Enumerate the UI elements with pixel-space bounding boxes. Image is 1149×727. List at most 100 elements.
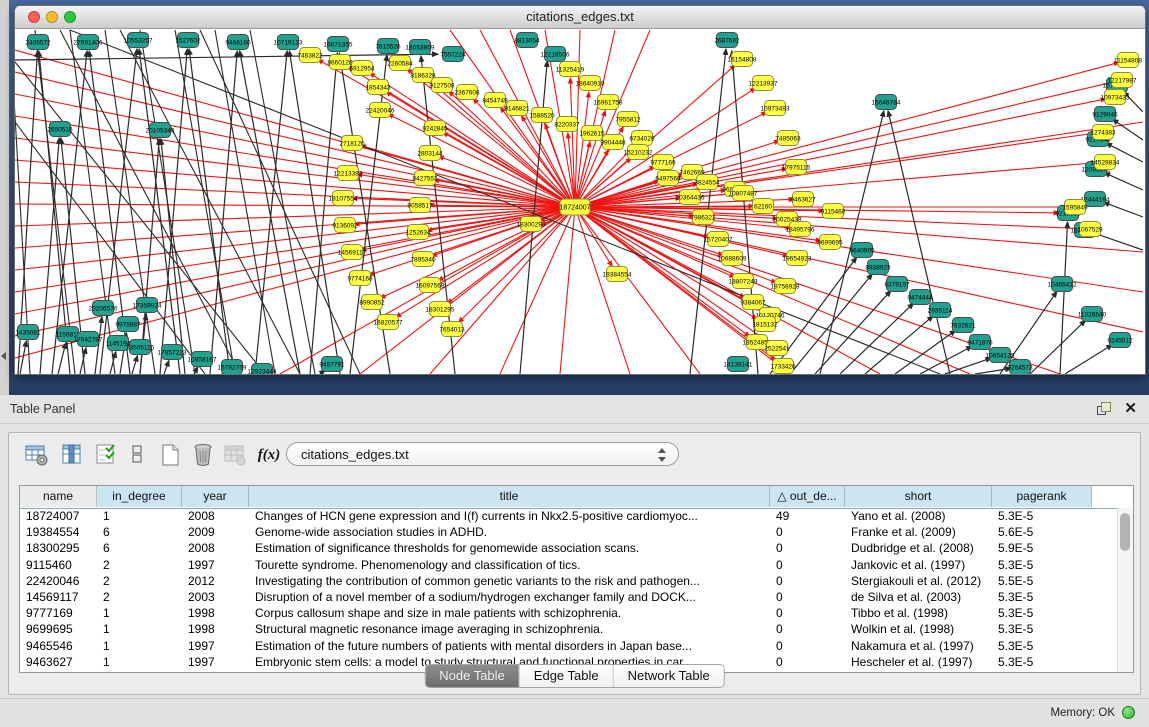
network-node[interactable]: 16053809: [406, 40, 435, 55]
network-node[interactable]: 9245012: [1107, 333, 1133, 348]
network-node[interactable]: 12213937: [749, 76, 778, 91]
network-node[interactable]: 2367608: [454, 85, 480, 100]
network-node[interactable]: 1527602: [175, 33, 201, 48]
network-node[interactable]: 2935114: [928, 303, 953, 318]
network-node[interactable]: 7463822: [297, 48, 323, 63]
network-node[interactable]: 10465412: [1048, 277, 1077, 292]
network-node[interactable]: 13505115: [126, 340, 155, 355]
network-node[interactable]: 9975887: [115, 317, 141, 332]
network-node[interactable]: 7815526: [375, 39, 401, 54]
network-node[interactable]: 1962615: [579, 126, 605, 141]
network-node[interactable]: 17942787: [74, 332, 103, 347]
network-node[interactable]: 18640910: [576, 76, 605, 91]
network-node[interactable]: 10807487: [729, 186, 758, 201]
network-node[interactable]: 14569117: [338, 245, 367, 260]
network-view[interactable]: 2405572276914061055325715276029466160107…: [15, 29, 1143, 374]
network-node[interactable]: 8220337: [554, 117, 580, 132]
network-node[interactable]: 19384554: [603, 267, 632, 282]
network-node[interactable]: 20206576: [89, 301, 118, 316]
memory-indicator[interactable]: [1122, 706, 1135, 719]
table-row[interactable]: 1938455462009Genome-wide association stu…: [20, 524, 1133, 540]
network-node[interactable]: 17957223: [158, 345, 187, 360]
tab-edge-table[interactable]: Edge Table: [520, 665, 614, 687]
network-node[interactable]: 10688609: [718, 251, 747, 266]
network-node[interactable]: 5912954: [349, 61, 375, 76]
network-node[interactable]: 10719133: [274, 35, 303, 50]
network-node[interactable]: 9127508: [429, 78, 455, 93]
network-node[interactable]: 15210232: [624, 145, 653, 160]
row-height-button[interactable]: [123, 441, 151, 469]
close-panel-icon[interactable]: ✕: [1124, 399, 1137, 417]
select-columns-button[interactable]: [93, 441, 121, 469]
network-node[interactable]: 1854343: [365, 80, 391, 95]
column-header-in_degree[interactable]: in_degree: [97, 486, 182, 507]
network-node[interactable]: 6734028: [629, 131, 655, 146]
network-node[interactable]: 10973433: [1101, 90, 1130, 105]
network-window-titlebar[interactable]: citations_edges.txt: [15, 6, 1145, 29]
network-node[interactable]: 10958167: [188, 352, 217, 367]
network-node[interactable]: 17359924: [133, 298, 162, 313]
network-node[interactable]: 7895340: [410, 252, 436, 267]
network-node[interactable]: 17975115: [782, 160, 811, 175]
network-node[interactable]: 2803144: [417, 146, 443, 161]
network-node[interactable]: 7485063: [775, 131, 801, 146]
network-node[interactable]: 9774168: [347, 271, 373, 286]
network-node[interactable]: 16671355: [324, 37, 353, 52]
network-node[interactable]: 9463627: [790, 192, 816, 207]
column-header-title[interactable]: title: [249, 486, 770, 507]
network-node[interactable]: 19756928: [771, 279, 800, 294]
table-row[interactable]: 1872400712008Changes of HCN gene express…: [20, 508, 1133, 524]
network-node[interactable]: 16961758: [594, 95, 623, 110]
network-node[interactable]: 16097568: [416, 278, 445, 293]
column-header-out_de[interactable]: △ out_de...: [770, 486, 845, 507]
new-table-button[interactable]: [157, 441, 185, 469]
network-node[interactable]: 9058517: [407, 198, 433, 213]
network-node[interactable]: 9904448: [600, 135, 626, 150]
column-header-short[interactable]: short: [845, 486, 992, 507]
network-node[interactable]: 9699695: [817, 235, 843, 250]
network-node[interactable]: 1435081: [15, 325, 41, 340]
table-selector[interactable]: citations_edges.txt: [286, 442, 679, 466]
network-node[interactable]: 22420046: [366, 103, 395, 118]
network-node[interactable]: 12923446: [248, 364, 277, 375]
network-node[interactable]: 9777169: [650, 155, 676, 170]
vertical-scrollbar[interactable]: [1117, 508, 1133, 672]
network-node[interactable]: 2522541: [764, 341, 790, 356]
delete-table-button[interactable]: [221, 441, 249, 469]
network-node[interactable]: 12213383: [334, 166, 363, 181]
delete-column-button[interactable]: [189, 441, 217, 469]
network-node[interactable]: 16820577: [374, 315, 403, 330]
network-node[interactable]: 27691406: [74, 35, 103, 50]
network-node[interactable]: 9129946: [1092, 107, 1118, 122]
network-node[interactable]: 1252634: [405, 225, 431, 240]
network-node[interactable]: 14136141: [724, 357, 753, 372]
network-node[interactable]: 11325419: [556, 62, 585, 77]
network-node[interactable]: 2260584: [387, 56, 413, 71]
network-node[interactable]: 1067529: [1077, 222, 1103, 237]
network-node[interactable]: 8938923: [865, 260, 891, 275]
network-node[interactable]: 2687682: [714, 33, 740, 48]
network-node[interactable]: 7632621: [950, 318, 976, 333]
network-hub-node[interactable]: 18724007: [559, 199, 590, 215]
network-node[interactable]: 2650518: [47, 122, 73, 137]
network-node[interactable]: 1595849: [1062, 200, 1088, 215]
network-node[interactable]: 9264573: [1007, 360, 1033, 375]
network-node[interactable]: 7955812: [615, 112, 641, 127]
scrollbar-thumb[interactable]: [1120, 513, 1130, 551]
network-node[interactable]: 7986322: [690, 210, 716, 225]
network-node[interactable]: 16154808: [728, 52, 757, 67]
network-node[interactable]: 2718120: [339, 136, 365, 151]
network-node[interactable]: 9242845: [422, 121, 448, 136]
collapse-arrow-icon[interactable]: [1, 352, 6, 360]
network-node[interactable]: 9474444: [907, 290, 933, 305]
tab-network-table[interactable]: Network Table: [614, 665, 724, 687]
network-node[interactable]: 18107554: [329, 191, 358, 206]
network-node[interactable]: 8427552: [412, 171, 438, 186]
network-node[interactable]: 11026540: [1078, 307, 1107, 322]
network-node[interactable]: 8990852: [359, 295, 385, 310]
network-node[interactable]: 20105346: [146, 123, 175, 138]
network-node[interactable]: 19654923: [783, 251, 812, 266]
table-row[interactable]: 969969511998Structural magnetic resonanc…: [20, 621, 1133, 637]
table-row[interactable]: 2242004622012Investigating the contribut…: [20, 573, 1133, 589]
network-node[interactable]: 15720407: [704, 232, 733, 247]
